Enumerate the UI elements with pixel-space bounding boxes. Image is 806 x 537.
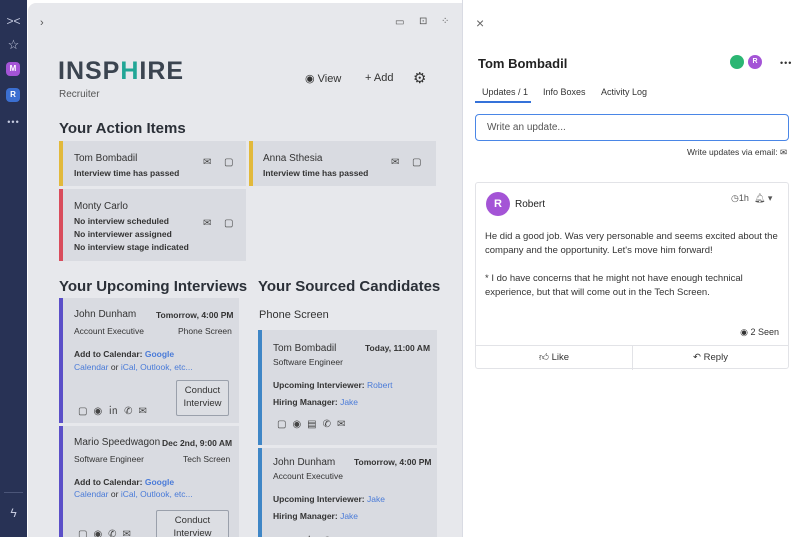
action-icons[interactable]: ▢◉㏌✆✉: [277, 532, 352, 537]
mail-icon[interactable]: ✉: [391, 157, 399, 168]
bolt-icon[interactable]: ϟ: [0, 506, 27, 520]
action-icons[interactable]: ▢◉✆✉: [78, 529, 137, 537]
chevron-down-icon[interactable]: ▾: [768, 193, 773, 203]
reply-button[interactable]: ↶ Reply: [632, 346, 788, 370]
section-title: Your Action Items: [59, 120, 186, 137]
avatar[interactable]: R: [486, 192, 510, 216]
interview-card[interactable]: Mario Speedwagon Dec 2nd, 9:00 AM Softwa…: [59, 426, 239, 537]
section-title: Your Upcoming Interviews: [59, 278, 248, 295]
action-item[interactable]: Anna Sthesia Interview time has passed ✉…: [249, 141, 436, 186]
ical-link[interactable]: iCal, Outlook, etc...: [121, 362, 193, 372]
conduct-interview-button[interactable]: Conduct Interview: [156, 510, 229, 537]
reply-icon: ↶: [693, 352, 702, 363]
like-button[interactable]: 👍︎ Like: [476, 346, 632, 370]
post-author[interactable]: Robert: [515, 199, 545, 210]
collapse-icon[interactable]: ><: [0, 14, 27, 28]
post-meta: ◷1h 🔔︎ ▾: [731, 193, 773, 203]
action-icons[interactable]: ▢◉㏌✆✉: [78, 402, 153, 417]
tab-updates[interactable]: Updates / 1: [482, 87, 528, 97]
comment-icon[interactable]: ▢: [224, 157, 233, 168]
bell-icon[interactable]: 🔔︎: [754, 193, 765, 203]
interviewer-link[interactable]: Robert: [367, 380, 393, 390]
view-button[interactable]: ◉ View: [305, 72, 341, 85]
interviewer-link[interactable]: Jake: [367, 494, 385, 504]
mail-icon[interactable]: ✉: [780, 147, 787, 157]
add-button[interactable]: + Add: [365, 72, 393, 84]
google-calendar-link[interactable]: Calendar: [74, 362, 109, 372]
action-item[interactable]: Tom Bombadil Interview time has passed ✉…: [59, 141, 246, 186]
more-icon[interactable]: •••: [0, 117, 27, 127]
chevron-right-icon[interactable]: ›: [40, 17, 44, 29]
panel-title: Tom Bombadil: [478, 56, 568, 71]
mail-icon[interactable]: ✉: [203, 218, 211, 229]
updates-panel: × Tom Bombadil R ••• Updates / 1 Info Bo…: [462, 0, 806, 537]
google-calendar-link[interactable]: Google: [145, 349, 174, 359]
ical-link[interactable]: iCal, Outlook, etc...: [121, 489, 193, 499]
stage-label: Phone Screen: [259, 309, 329, 321]
candidate-card[interactable]: John Dunham Tomorrow, 4:00 PM Account Ex…: [258, 448, 437, 537]
manager-link[interactable]: Jake: [340, 397, 358, 407]
expand-icon[interactable]: ⁘: [441, 16, 449, 27]
action-item[interactable]: Monty Carlo No interview scheduled No in…: [59, 189, 246, 261]
gear-icon[interactable]: ⚙: [413, 69, 426, 87]
left-rail: >< ☆ M R ••• ϟ: [0, 0, 27, 537]
post-actions: 👍︎ Like ↶ Reply: [476, 345, 788, 370]
section-title: Your Sourced Candidates: [258, 278, 441, 295]
close-icon[interactable]: ×: [476, 15, 484, 31]
download-icon[interactable]: ⊡: [419, 16, 427, 27]
divider: [4, 492, 23, 493]
logo: INSPHIRE: [58, 57, 185, 85]
google-calendar-link[interactable]: Google: [145, 477, 174, 487]
subscriber-icon[interactable]: [730, 55, 744, 69]
google-calendar-link[interactable]: Calendar: [74, 489, 109, 499]
tab-info-boxes[interactable]: Info Boxes: [543, 87, 586, 97]
active-tab-indicator: [475, 101, 531, 103]
update-post: R Robert ◷1h 🔔︎ ▾ He did a good job. Was…: [475, 182, 789, 370]
tab-activity-log[interactable]: Activity Log: [601, 87, 647, 97]
email-updates-label: Write updates via email: ✉: [687, 147, 788, 157]
star-icon[interactable]: ☆: [0, 37, 27, 53]
eye-icon: ◉: [740, 327, 748, 337]
avatar[interactable]: R: [748, 55, 762, 69]
action-icons[interactable]: ▢◉▤✆✉: [277, 419, 351, 430]
seen-count[interactable]: ◉ 2 Seen: [740, 327, 779, 338]
avatar[interactable]: R: [6, 88, 20, 102]
conduct-interview-button[interactable]: Conduct Interview: [176, 380, 229, 416]
update-input[interactable]: Write an update...: [475, 114, 789, 141]
candidate-card[interactable]: Tom Bombadil Today, 11:00 AM Software En…: [258, 330, 437, 445]
post-body: He did a good job. Was very personable a…: [485, 231, 778, 298]
thumbs-up-icon: 👍︎: [538, 352, 549, 363]
layout-icon[interactable]: ▭: [395, 17, 404, 28]
manager-link[interactable]: Jake: [340, 511, 358, 521]
clock-icon: ◷: [731, 193, 739, 203]
avatar[interactable]: M: [6, 62, 20, 76]
interview-card[interactable]: John Dunham Tomorrow, 4:00 PM Account Ex…: [59, 298, 239, 423]
mail-icon[interactable]: ✉: [203, 157, 211, 168]
recruiter-app: › ▭ ⊡ ⁘ INSPHIRE Recruiter ◉ View + Add …: [28, 3, 462, 537]
more-icon[interactable]: •••: [780, 58, 792, 68]
comment-icon[interactable]: ▢: [224, 218, 233, 229]
eye-icon: ◉: [305, 73, 315, 85]
logo-subtitle: Recruiter: [59, 89, 100, 100]
comment-icon[interactable]: ▢: [412, 157, 421, 168]
